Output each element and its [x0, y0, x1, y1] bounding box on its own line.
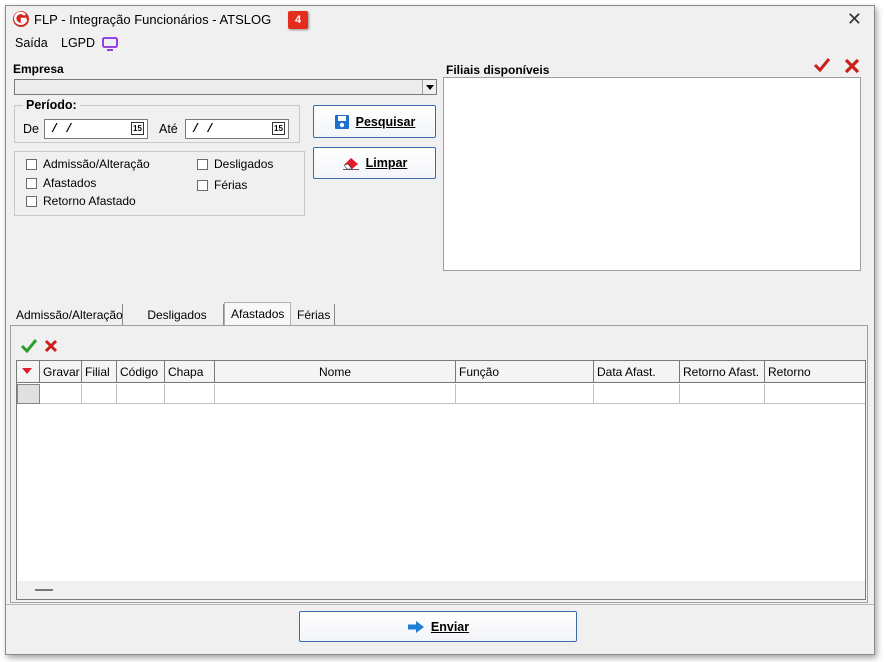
tab-admissao[interactable]: Admissão/Alteração [10, 304, 123, 326]
checkbox-box[interactable] [26, 158, 37, 170]
checkbox-label: Admissão/Alteração [43, 157, 150, 171]
tab-desligados[interactable]: Desligados [131, 304, 224, 326]
empresa-select[interactable] [14, 79, 437, 95]
grid-cell[interactable] [215, 384, 456, 404]
window-title: FLP - Integração Funcionários - ATSLOG [34, 12, 272, 27]
date-to-field[interactable]: / / 15 [185, 119, 289, 139]
grid-cell[interactable] [82, 384, 117, 404]
checkbox-label: Afastados [43, 176, 97, 190]
check-all-icon[interactable] [20, 338, 38, 354]
enviar-label: Enviar [430, 619, 470, 634]
uncheck-all-x-icon[interactable] [44, 339, 58, 353]
date-from-value: / / [51, 122, 73, 136]
menu-item-lgpd[interactable]: LGPD [61, 36, 95, 50]
limpar-label: Limpar [365, 156, 408, 170]
divider [6, 604, 874, 605]
tab-afastados[interactable]: Afastados [224, 302, 291, 326]
grid-cell[interactable] [40, 384, 82, 404]
menu-item-saida[interactable]: Saída [15, 36, 48, 50]
col-gravar[interactable]: Gravar [40, 361, 82, 383]
checkbox-box[interactable] [26, 195, 37, 207]
col-retorno-afast[interactable]: Retorno Afast. [680, 361, 765, 383]
tab-panel-afastados: Gravar Filial Código Chapa Nome Função D… [10, 325, 868, 603]
empresa-label: Empresa [13, 62, 64, 76]
sort-indicator-col[interactable] [17, 361, 40, 383]
app-logo-icon [13, 11, 29, 27]
de-label: De [23, 122, 39, 136]
checkbox-label: Retorno Afastado [43, 194, 136, 208]
dropdown-arrow-icon[interactable] [422, 80, 436, 94]
close-icon[interactable]: ✕ [847, 9, 862, 30]
tab-ferias[interactable]: Férias [291, 304, 335, 326]
ate-label: Até [159, 122, 178, 136]
grid-cell[interactable] [765, 384, 865, 404]
checkbox-label: Férias [214, 178, 248, 192]
col-nome[interactable]: Nome [215, 361, 456, 383]
date-from-field[interactable]: / / 15 [44, 119, 148, 139]
grid-cell[interactable] [117, 384, 165, 404]
grid-cell[interactable] [594, 384, 680, 404]
select-all-check-icon[interactable] [813, 57, 831, 73]
date-to-value: / / [192, 122, 214, 136]
checkbox-ferias[interactable]: Férias [197, 178, 247, 192]
col-data-afast[interactable]: Data Afast. [594, 361, 680, 383]
monitor-icon[interactable] [102, 37, 118, 51]
calendar-icon[interactable]: 15 [131, 122, 144, 135]
col-retorno[interactable]: Retorno [765, 361, 865, 383]
arrow-right-icon [407, 620, 424, 633]
horizontal-scrollbar[interactable] [17, 581, 865, 599]
col-codigo[interactable]: Código [117, 361, 165, 383]
grid-header: Gravar Filial Código Chapa Nome Função D… [17, 361, 865, 383]
checkbox-retorno-afastado[interactable]: Retorno Afastado [26, 194, 136, 208]
save-disk-icon [334, 114, 349, 129]
menu-bar: Saída LGPD [6, 32, 874, 54]
step-badge: 4 [288, 11, 308, 29]
sort-arrow-icon [22, 368, 32, 374]
periodo-label: Período: [23, 98, 80, 112]
col-filial[interactable]: Filial [82, 361, 117, 383]
main-window: FLP - Integração Funcionários - ATSLOG 4… [5, 5, 875, 655]
calendar-icon[interactable]: 15 [272, 122, 285, 135]
eraser-icon [342, 158, 359, 170]
scrollbar-thumb[interactable] [35, 589, 53, 591]
checkbox-admissao[interactable]: Admissão/Alteração [26, 157, 150, 171]
title-bar: FLP - Integração Funcionários - ATSLOG 4… [6, 6, 874, 32]
row-indicator[interactable] [17, 384, 40, 404]
checkbox-box[interactable] [26, 177, 37, 189]
pesquisar-label: Pesquisar [355, 114, 416, 129]
grid-cell[interactable] [680, 384, 765, 404]
checkbox-label: Desligados [214, 157, 274, 171]
col-funcao[interactable]: Função [456, 361, 594, 383]
checkbox-afastados[interactable]: Afastados [26, 176, 96, 190]
col-chapa[interactable]: Chapa [165, 361, 215, 383]
grid-cell[interactable] [456, 384, 594, 404]
checkbox-desligados[interactable]: Desligados [197, 157, 273, 171]
afastados-grid[interactable]: Gravar Filial Código Chapa Nome Função D… [16, 360, 866, 600]
filiais-label: Filiais disponíveis [446, 63, 550, 77]
checkbox-box[interactable] [197, 179, 208, 191]
enviar-button[interactable]: Enviar [299, 611, 577, 642]
pesquisar-button[interactable]: Pesquisar [313, 105, 436, 138]
deselect-all-x-icon[interactable] [844, 58, 860, 74]
limpar-button[interactable]: Limpar [313, 147, 436, 179]
filiais-list[interactable] [443, 77, 861, 271]
grid-cell[interactable] [165, 384, 215, 404]
checkbox-box[interactable] [197, 158, 208, 170]
